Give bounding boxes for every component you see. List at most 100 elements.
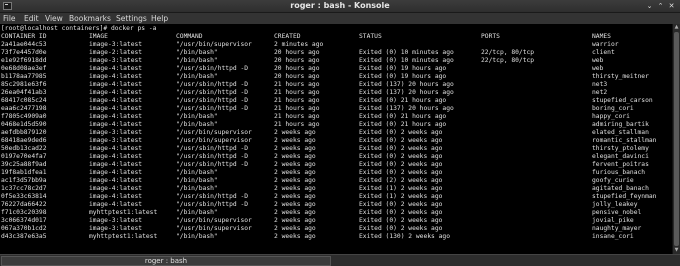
table-row: 19f8ab1dfea1 image-4:latest "/bin/bash" 2 w… — [1, 169, 671, 177]
cell-command: "/bin/bash" — [176, 121, 218, 128]
cell-created: 20 hours ago — [274, 49, 320, 56]
cell-image: image-2:latest — [89, 49, 143, 56]
header-names: NAMES — [592, 33, 611, 40]
cell-names: happy_cori — [592, 113, 630, 120]
scroll-up-arrow-icon[interactable]: ▲ — [673, 24, 680, 31]
menu-help[interactable]: Help — [151, 13, 168, 24]
menu-settings[interactable]: Settings — [116, 13, 147, 24]
header-status: STATUS — [359, 33, 382, 40]
cell-container-id: eaa6c2477198 — [1, 105, 47, 112]
cell-status: Exited (0) 2 weeks ago — [359, 161, 443, 168]
cell-command: "/usr/sbin/httpd -D — [176, 201, 249, 208]
cell-image: image-4:latest — [89, 201, 143, 208]
cell-command: "/usr/sbin/httpd -D — [176, 81, 249, 88]
cell-command: "/bin/bash" — [176, 233, 218, 240]
cell-status: Exited (0) 21 hours ago — [359, 121, 447, 128]
cell-image: image-3:latest — [89, 41, 143, 48]
header-command: COMMAND — [176, 33, 203, 40]
cell-names: admiring_bartik — [592, 121, 649, 128]
cell-command: "/usr/sbin/httpd -D — [176, 193, 249, 200]
terminal-output[interactable]: [root@localhost containers]# docker ps -… — [0, 24, 672, 254]
table-row: 76227da66422 image-4:latest "/usr/sbin/htt… — [1, 201, 671, 209]
cell-names: jovial_pike — [592, 217, 634, 224]
menu-view[interactable]: View — [45, 13, 63, 24]
cell-container-id: 2a41ae044c53 — [1, 41, 47, 48]
cell-container-id: 68418ae9ded6 — [1, 137, 47, 144]
cell-names: net2 — [592, 89, 608, 96]
cell-command: "/usr/bin/supervisor — [176, 137, 252, 144]
window-title: roger : bash - Konsole — [290, 1, 390, 10]
cell-created: 2 minutes ago — [274, 41, 324, 48]
cell-status: Exited (0) 2 weeks ago — [359, 225, 443, 232]
cell-command: "/usr/bin/supervisor — [176, 225, 252, 232]
cell-created: 2 weeks ago — [274, 161, 316, 168]
cell-status: Exited (1) 2 weeks ago — [359, 193, 443, 200]
menu-bar: File Edit View Bookmarks Settings Help — [0, 13, 680, 24]
menu-file[interactable]: File — [3, 13, 16, 24]
scroll-down-arrow-icon[interactable]: ▼ — [673, 247, 680, 254]
cell-container-id: aefdbb879120 — [1, 129, 47, 136]
cell-command: "/bin/bash" — [176, 209, 218, 216]
cell-container-id: 1c37cc78c2d7 — [1, 185, 47, 192]
cell-status: Exited (0) 2 weeks ago — [359, 153, 443, 160]
cell-command: "/usr/sbin/httpd -D — [176, 161, 249, 168]
cell-status: Exited (2) 2 weeks ago — [359, 177, 443, 184]
menu-edit[interactable]: Edit — [24, 13, 39, 24]
cell-names: warrior — [592, 41, 619, 48]
cell-status: Exited (1) 2 weeks ago — [359, 185, 443, 192]
cell-created: 2 weeks ago — [274, 201, 316, 208]
cell-created: 20 hours ago — [274, 73, 320, 80]
cell-container-id: 067a370b1cd2 — [1, 225, 47, 232]
scrollbar-thumb[interactable] — [674, 32, 679, 246]
vertical-scrollbar[interactable]: ▲ ▼ — [672, 24, 680, 254]
close-button[interactable]: ✕ — [667, 2, 676, 11]
cell-status: Exited (0) 2 weeks ago — [359, 217, 443, 224]
cell-status: Exited (0) 10 minutes ago — [359, 57, 454, 64]
cell-container-id: 39c25a88f9ad — [1, 161, 47, 168]
cell-status: Exited (0) 19 hours ago — [359, 73, 447, 80]
cell-command: "/bin/bash" — [176, 185, 218, 192]
cell-status: Exited (0) 2 weeks ago — [359, 129, 443, 136]
cell-container-id: ac1f3d57bb9a — [1, 177, 47, 184]
cell-container-id: 0e68d08ae3ef — [1, 65, 47, 72]
table-row: 39c25a88f9ad image-4:latest "/usr/sbin/htt… — [1, 161, 671, 169]
table-row: b1178aa77985 image-4:latest "/bin/bash" 20 … — [1, 73, 671, 81]
table-row: 1c37cc78c2d7 image-4:latest "/bin/bash" 2 w… — [1, 185, 671, 193]
cell-container-id: 73f7e4457d0e — [1, 49, 47, 56]
cell-names: goofy_curie — [592, 177, 634, 184]
cell-container-id: 68417c085c24 — [1, 97, 47, 104]
cell-created: 21 hours ago — [274, 113, 320, 120]
command-prompt: [root@localhost containers]# docker ps -… — [1, 25, 157, 32]
table-row: 0197e70e4fa7 image-4:latest "/usr/sbin/htt… — [1, 153, 671, 161]
cell-names: fervent_poitras — [592, 161, 649, 168]
cell-created: 2 weeks ago — [274, 177, 316, 184]
cell-container-id: f71c03c20398 — [1, 209, 47, 216]
table-row: 50edb13cad22 image-4:latest "/usr/sbin/htt… — [1, 145, 671, 153]
cell-command: "/usr/sbin/httpd -D — [176, 145, 249, 152]
cell-image: myhttptest1:latest — [89, 209, 158, 216]
menu-bookmarks[interactable]: Bookmarks — [69, 13, 111, 24]
maximize-button[interactable]: ⌃ — [656, 2, 665, 11]
cell-created: 2 weeks ago — [274, 233, 316, 240]
minimize-button[interactable]: ⌄ — [645, 2, 654, 11]
cell-command: "/bin/bash" — [176, 49, 218, 56]
tab-roger-bash[interactable]: roger : bash — [1, 256, 331, 266]
cell-command: "/usr/bin/supervisor — [176, 217, 252, 224]
cell-container-id: 50edb13cad22 — [1, 145, 47, 152]
cell-command: "/usr/sbin/httpd -D — [176, 105, 249, 112]
title-bar[interactable]: roger : bash - Konsole ⌄ ⌃ ✕ — [0, 0, 680, 13]
cell-command: "/bin/bash" — [176, 57, 218, 64]
cell-status: Exited (137) 20 hours ago — [359, 105, 454, 112]
cell-command: "/bin/bash" — [176, 177, 218, 184]
cell-names: stupefied_feynman — [592, 193, 657, 200]
cell-names: elated_stallman — [592, 129, 649, 136]
cell-created: 2 weeks ago — [274, 153, 316, 160]
cell-created: 20 hours ago — [274, 57, 320, 64]
cell-names: stupefied_carson — [592, 97, 653, 104]
cell-created: 21 hours ago — [274, 105, 320, 112]
cell-names: elegant_davinci — [592, 153, 649, 160]
cell-image: image-4:latest — [89, 153, 143, 160]
cell-image: image-3:latest — [89, 217, 143, 224]
cell-names: furious_banach — [592, 169, 646, 176]
konsole-window: roger : bash - Konsole ⌄ ⌃ ✕ File Edit V… — [0, 0, 680, 266]
